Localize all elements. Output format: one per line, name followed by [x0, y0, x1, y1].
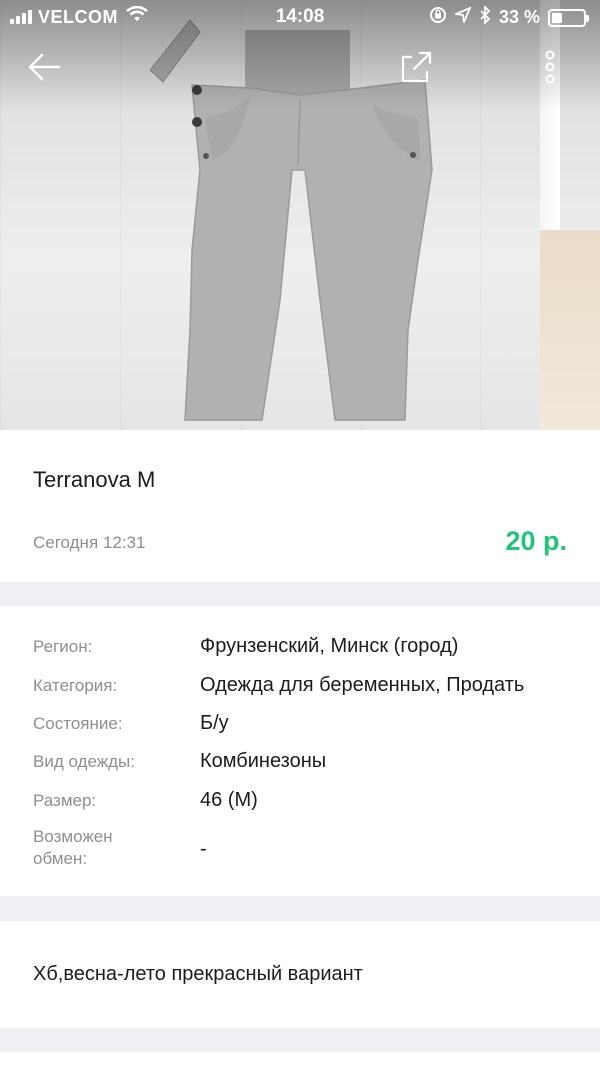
location-icon — [452, 6, 472, 28]
share-icon — [401, 51, 432, 83]
detail-label: Регион: — [33, 637, 93, 656]
title-card — [0, 430, 600, 582]
share-button[interactable] — [394, 45, 438, 89]
listing-screen: VELCOM 14:08 33 % Terranova M Сегодня 12… — [0, 0, 600, 1066]
listing-photo[interactable] — [0, 0, 600, 430]
bluetooth-icon — [479, 4, 491, 29]
details-card: Регион: Фрунзенский, Минск (город) Катег… — [0, 606, 600, 896]
detail-label: Категория: — [33, 676, 118, 695]
back-button[interactable] — [22, 45, 66, 89]
orientation-lock-icon — [429, 6, 447, 29]
detail-value: Одежда для беременных, Продать — [200, 674, 525, 696]
listing-date: Сегодня 12:31 — [33, 533, 146, 552]
arrow-left-icon — [28, 53, 61, 81]
status-bar: VELCOM 14:08 33 % — [0, 0, 600, 34]
more-vertical-icon — [545, 50, 555, 84]
detail-label: Возможен обмен: — [33, 827, 113, 868]
detail-value: 46 (M) — [200, 789, 258, 811]
listing-title: Terranova M — [33, 467, 156, 492]
battery-percent: 33 % — [498, 7, 540, 27]
detail-value: - — [200, 838, 207, 860]
listing-description: Хб,весна-лето прекрасный вариант — [33, 963, 363, 985]
detail-label: Состояние: — [33, 714, 123, 733]
detail-label: Размер: — [33, 791, 97, 810]
detail-value: Комбинезоны — [200, 750, 327, 772]
detail-label: Вид одежды: — [33, 752, 135, 771]
more-button[interactable] — [528, 45, 572, 89]
detail-value: Фрунзенский, Минск (город) — [200, 635, 459, 657]
detail-value: Б/у — [200, 712, 229, 734]
listing-price: 20 р. — [505, 526, 567, 556]
status-right: 33 % — [429, 4, 589, 29]
battery-icon — [548, 8, 589, 27]
next-card-edge — [0, 1052, 600, 1066]
